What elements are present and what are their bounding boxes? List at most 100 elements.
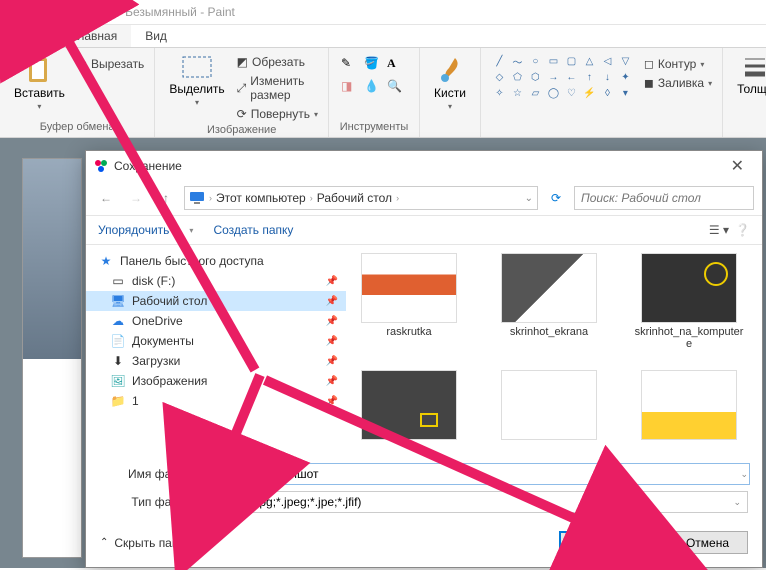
brushes-button[interactable]: Кисти ▾ [428,52,472,113]
undo-icon[interactable] [44,3,62,21]
list-item[interactable]: raskrutka [354,253,464,350]
group-label-image: Изображение [163,122,320,136]
pictures-icon: 🖼 [110,374,126,388]
dialog-title: Сохранение [114,159,182,173]
list-item[interactable] [494,370,604,440]
nav-folder-1[interactable]: 📁1📌 [86,391,346,411]
nav-desktop[interactable]: 🖥Рабочий стол📌 [86,291,346,311]
paste-label: Вставить [14,86,65,100]
chevron-down-icon[interactable]: ⌄ [525,193,533,204]
text-icon[interactable]: A [387,56,407,76]
nav-onedrive[interactable]: ☁OneDrive📌 [86,311,346,331]
save-button[interactable]: Сохранить [559,531,659,554]
view-icon[interactable]: ☰ ▾ [709,223,729,237]
chevron-down-icon[interactable]: ⌄ [740,469,748,480]
titlebar: ⌄ | Безымянный - Paint [0,0,766,25]
tab-home[interactable]: Главная [58,25,132,47]
tab-view[interactable]: Вид [131,25,181,47]
redo-icon[interactable] [64,3,82,21]
filetype-label: Тип файла: [100,495,195,509]
crop-button[interactable]: ◩Обрезать [235,54,320,70]
chevron-up-icon: ⌃ [100,537,108,548]
cut-button[interactable]: ✂Вырезать [75,56,146,72]
pin-icon: 📌 [326,296,338,307]
file-list[interactable]: raskrutka skrinhot_ekrana skrinhot_na_ko… [346,245,762,455]
chevron-right-icon: › [310,193,313,203]
crumb-this-pc[interactable]: Этот компьютер [216,191,306,205]
filetype-dropdown[interactable]: JPEG (*.jpg;*.jpeg;*.jpe;*.jfif) ⌄ [203,491,748,513]
rotate-icon: ⟳ [237,107,247,121]
chevron-down-icon: ▾ [37,102,41,111]
nav-downloads[interactable]: ⬇Загрузки📌 [86,351,346,371]
ribbon-tabs: Файл Главная Вид [0,25,766,48]
pin-icon: 📌 [326,316,338,327]
search-input[interactable] [574,186,754,210]
rotate-button[interactable]: ⟳Повернуть ▾ [235,106,320,122]
new-folder-button[interactable]: Создать папку [213,223,293,237]
paste-button[interactable]: Вставить ▾ [8,52,71,113]
nav-documents[interactable]: 📄Документы📌 [86,331,346,351]
chevron-right-icon: › [396,193,399,203]
fill-shape-button[interactable]: ◼Заливка ▾ [642,75,714,91]
chevron-down-icon: ⌄ [733,497,741,508]
nav-quick-access[interactable]: ★Панель быстрого доступа [86,251,346,271]
hide-folders-button[interactable]: ⌃ Скрыть папки [100,536,190,550]
filename-input[interactable] [203,463,750,485]
pin-icon: 📌 [326,396,338,407]
dialog-footer: ⌃ Скрыть папки Сохранить Отмена [86,521,762,564]
zoom-icon[interactable]: 🔍 [387,79,407,99]
select-button[interactable]: Выделить ▾ [163,52,230,109]
doc-icon: 📄 [110,334,126,348]
app-icon [94,159,108,173]
image-placeholder [22,158,82,558]
star-icon: ★ [98,254,114,268]
pin-icon: 📌 [326,276,338,287]
shapes-gallery[interactable]: ╱〜○▭▢△◁▽ ◇⬠⬡→←↑↓✦ ✧☆▱◯♡⚡◊▾ [489,52,636,133]
nav-disk-f[interactable]: ▭disk (F:)📌 [86,271,346,291]
picker-icon[interactable]: 💧 [364,79,384,99]
brush-icon [435,54,465,84]
list-item[interactable]: skrinhot_na_komputere [634,253,744,350]
close-icon[interactable]: ✕ [721,152,754,180]
help-icon[interactable]: ❔ [735,223,750,237]
scissors-icon: ✂ [77,57,87,71]
drive-icon: ▭ [110,274,126,288]
organize-button[interactable]: Упорядочить [98,223,169,237]
chevron-right-icon: › [209,193,212,203]
group-image: Выделить ▾ ◩Обрезать ⤢Изменить размер ⟳П… [155,48,329,137]
separator: | [108,5,111,19]
list-item[interactable] [634,370,744,440]
fill-bucket-icon: ◼ [644,76,654,90]
download-icon: ⬇ [110,354,126,368]
navigation-pane: ★Панель быстрого доступа ▭disk (F:)📌 🖥Ра… [86,245,346,455]
clipboard-icon [25,54,53,84]
list-item[interactable] [354,370,464,440]
cancel-button[interactable]: Отмена [667,531,748,554]
outline-button[interactable]: ◻Контур ▾ [642,56,714,72]
forward-icon[interactable]: → [124,186,148,210]
size-button[interactable]: Толщи [731,52,766,98]
save-dialog: Сохранение ✕ ← → ↑ › Этот компьютер › Ра… [85,150,763,568]
back-icon[interactable]: ← [94,186,118,210]
group-brushes: Кисти ▾ [420,48,481,137]
nav-pictures[interactable]: 🖼Изображения📌 [86,371,346,391]
tab-file[interactable]: Файл [0,25,58,47]
crumb-desktop[interactable]: Рабочий стол [317,191,392,205]
pencil-icon[interactable]: ✎ [341,56,361,76]
outline-icon: ◻ [644,57,654,71]
qat-dropdown-icon[interactable]: ⌄ [84,3,102,21]
size-icon [743,54,766,80]
up-icon[interactable]: ↑ [154,186,178,210]
group-shapes: ╱〜○▭▢△◁▽ ◇⬠⬡→←↑↓✦ ✧☆▱◯♡⚡◊▾ ◻Контур ▾ ◼За… [481,48,723,137]
pin-icon: 📌 [326,376,338,387]
dialog-titlebar: Сохранение ✕ [86,151,762,181]
resize-button[interactable]: ⤢Изменить размер [235,73,320,103]
list-item[interactable]: skrinhot_ekrana [494,253,604,350]
address-bar[interactable]: › Этот компьютер › Рабочий стол › ⌄ [184,186,538,210]
fill-icon[interactable]: 🪣 [364,56,384,76]
eraser-icon[interactable]: ◨ [341,79,361,99]
refresh-icon[interactable]: ⟳ [544,186,568,210]
group-label-clipboard: Буфер обмена [8,119,146,133]
group-clipboard: Вставить ▾ ✂Вырезать Буфер обмена [0,48,155,137]
save-icon[interactable] [24,3,42,21]
